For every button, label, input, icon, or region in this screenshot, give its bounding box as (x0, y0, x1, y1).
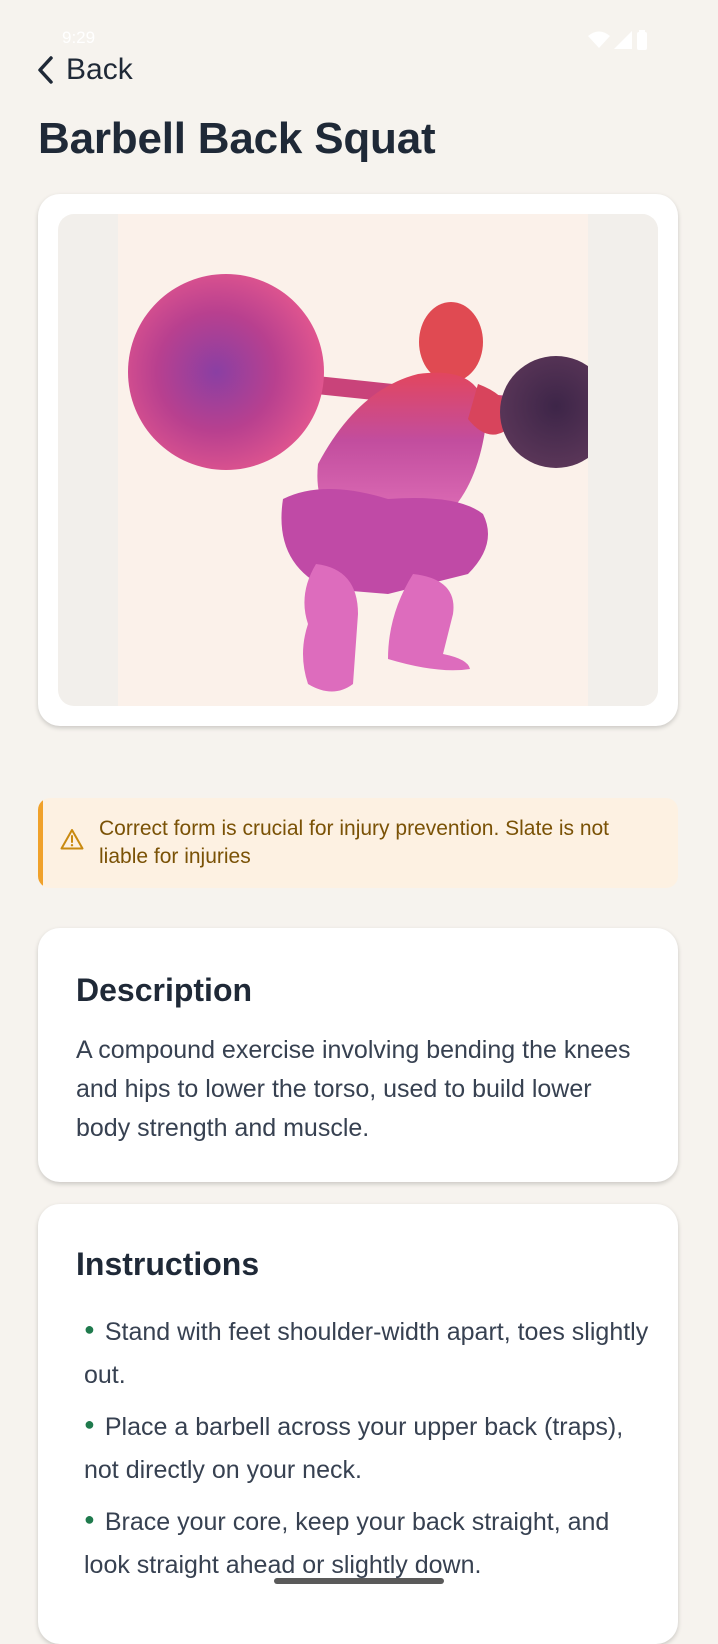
description-text: A compound exercise involving bending th… (76, 1036, 631, 1142)
home-indicator[interactable] (274, 1578, 444, 1584)
instruction-step: ● Place a barbell across your upper back … (84, 1403, 654, 1492)
instruction-step: ● Brace your core, keep your back straigh… (84, 1498, 654, 1587)
description-card: Description A compound exercise involvin… (38, 928, 678, 1182)
status-icons (588, 30, 648, 50)
instructions-list: ● Stand with feet shoulder-width apart, t… (84, 1308, 654, 1593)
bullet-icon: ● (84, 1509, 95, 1529)
instruction-step: ● Stand with feet shoulder-width apart, t… (84, 1308, 654, 1397)
instruction-step-text: Brace your core, keep your back straight… (84, 1508, 610, 1579)
bullet-icon: ● (84, 1414, 95, 1434)
liability-warning: Correct form is crucial for injury preve… (38, 798, 678, 888)
status-time: 9:29 (62, 28, 96, 47)
warning-icon (60, 829, 84, 850)
exercise-image-card (38, 194, 678, 726)
squat-illustration (118, 214, 658, 706)
back-label: Back (66, 53, 133, 86)
instructions-heading: Instructions (76, 1246, 260, 1282)
signal-icon (614, 31, 632, 49)
description-heading: Description (76, 972, 253, 1008)
status-bar: 9:29 (0, 0, 718, 50)
warning-text: Correct form is crucial for injury preve… (99, 817, 610, 868)
exercise-image (58, 214, 658, 706)
wifi-icon (588, 31, 610, 48)
battery-icon (637, 30, 647, 50)
back-button[interactable]: Back (36, 50, 133, 90)
chevron-left-icon (38, 56, 53, 84)
instruction-step-text: Place a barbell across your upper back (… (84, 1413, 624, 1484)
warning-accent-bar (38, 798, 43, 888)
page-title: Barbell Back Squat (38, 114, 436, 163)
instruction-step-text: Stand with feet shoulder-width apart, to… (84, 1318, 649, 1389)
bullet-icon: ● (84, 1319, 95, 1339)
